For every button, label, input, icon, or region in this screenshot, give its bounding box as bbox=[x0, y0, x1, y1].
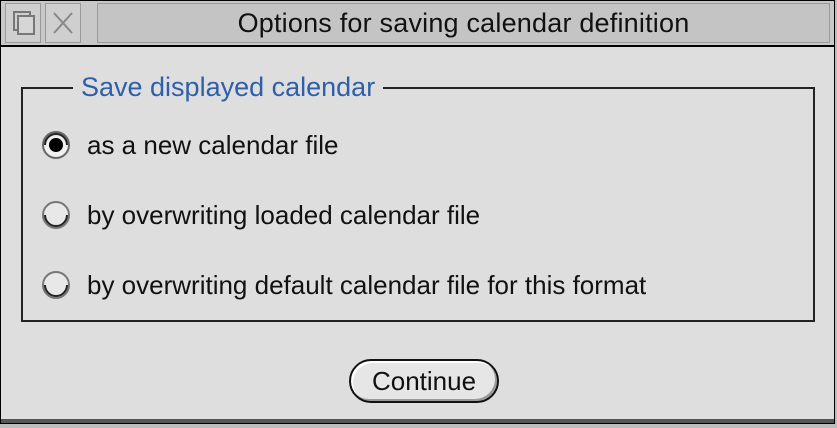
save-options-window: Options for saving calendar definition S… bbox=[0, 0, 835, 424]
close-icon bbox=[53, 12, 73, 34]
radio-selected-icon[interactable] bbox=[41, 130, 71, 160]
window-title: Options for saving calendar definition bbox=[97, 3, 830, 43]
title-bar[interactable]: Options for saving calendar definition bbox=[1, 1, 834, 47]
option-label: by overwriting loaded calendar file bbox=[87, 199, 481, 230]
option-label: by overwriting default calendar file for… bbox=[87, 269, 647, 300]
back-button[interactable] bbox=[5, 3, 41, 43]
group-legend: Save displayed calendar bbox=[73, 67, 384, 107]
option-label: as a new calendar file bbox=[87, 129, 339, 160]
radio-unselected-icon[interactable] bbox=[41, 200, 71, 230]
window-body: Save displayed calendar as a new calenda… bbox=[1, 47, 834, 423]
window-bottom-edge bbox=[1, 419, 834, 423]
option-overwrite-loaded[interactable]: by overwriting loaded calendar file bbox=[41, 195, 480, 235]
continue-button[interactable]: Continue bbox=[349, 359, 499, 403]
back-icon bbox=[13, 11, 35, 35]
close-button[interactable] bbox=[45, 3, 81, 43]
option-new-file[interactable]: as a new calendar file bbox=[41, 125, 338, 165]
save-options-group: Save displayed calendar as a new calenda… bbox=[21, 67, 815, 322]
radio-unselected-icon[interactable] bbox=[41, 270, 71, 300]
option-overwrite-default[interactable]: by overwriting default calendar file for… bbox=[41, 265, 646, 305]
